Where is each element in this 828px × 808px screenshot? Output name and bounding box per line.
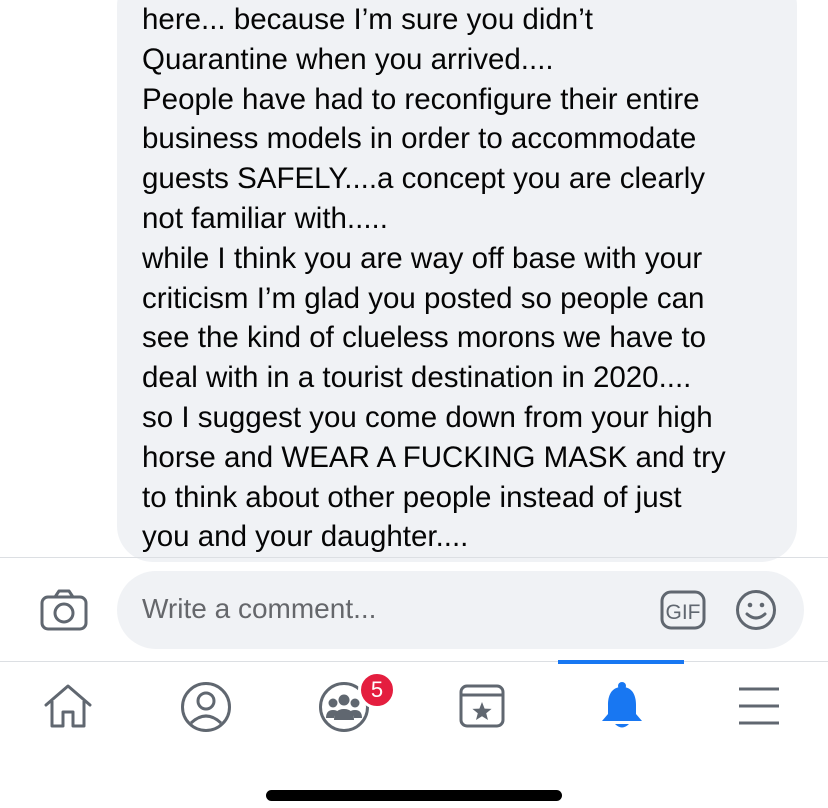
home-icon[interactable] (42, 683, 94, 729)
marketplace-icon[interactable] (458, 683, 506, 729)
comment-text: here... because I’m sure you didn’t Quar… (142, 3, 726, 554)
bell-icon[interactable] (598, 681, 646, 731)
nav-divider (0, 661, 828, 662)
groups-notification-badge: 5 (358, 671, 396, 709)
gif-button[interactable]: GIF (660, 590, 706, 630)
comment-input-placeholder: Write a comment... (142, 593, 377, 624)
nav-active-indicator (558, 660, 684, 664)
gif-label: GIF (666, 601, 701, 624)
home-indicator (266, 790, 562, 801)
profile-icon[interactable] (180, 681, 232, 733)
smiley-icon[interactable] (735, 589, 777, 631)
menu-icon[interactable] (737, 686, 781, 726)
camera-icon[interactable] (40, 588, 88, 632)
composer-divider (0, 557, 828, 558)
